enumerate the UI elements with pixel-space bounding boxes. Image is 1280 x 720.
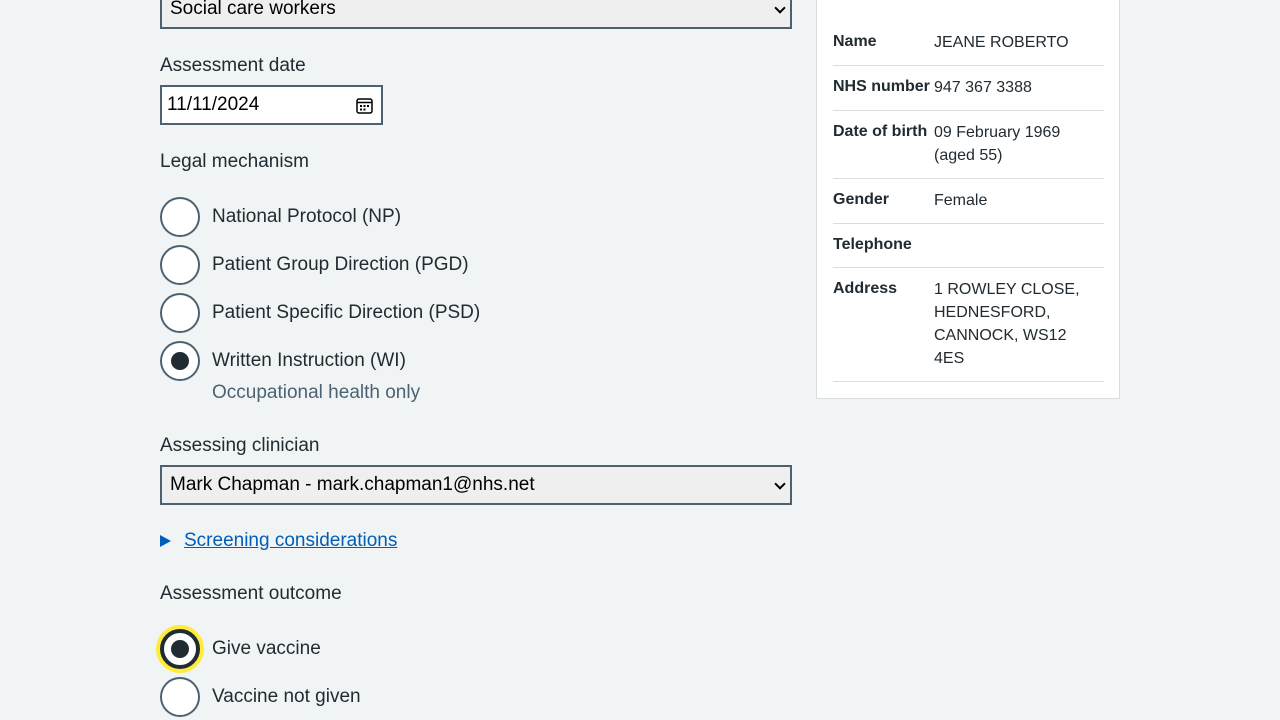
patient-details-card: Name JEANE ROBERTO NHS number 947 367 33… [816, 0, 1120, 399]
summary-row-name: Name JEANE ROBERTO [833, 21, 1104, 66]
summary-key: NHS number [833, 78, 930, 95]
eligibility-group-select[interactable]: Social care workers [160, 0, 792, 29]
assessing-clinician-value: Mark Chapman - mark.chapman1@nhs.net [170, 474, 535, 495]
radio-button[interactable] [160, 245, 200, 285]
summary-key: Address [833, 280, 898, 297]
assessment-outcome-label: Assessment outcome [160, 583, 342, 604]
radio-label: National Protocol (NP) [212, 206, 402, 227]
radio-patient-group-direction[interactable]: Patient Group Direction (PGD) [160, 245, 469, 285]
summary-key: Name [833, 33, 877, 50]
eligibility-group-value: Social care workers [170, 0, 336, 19]
summary-row-gender: Gender Female [833, 179, 1104, 224]
radio-label: Patient Specific Direction (PSD) [212, 302, 481, 323]
screening-considerations-details[interactable]: Screening considerations [160, 530, 397, 552]
radio-button-checked[interactable] [160, 629, 200, 669]
expand-triangle-icon[interactable] [160, 535, 171, 547]
legal-mechanism-label: Legal mechanism [160, 151, 309, 172]
chevron-down-icon [774, 478, 786, 490]
summary-value: 947 367 3388 [934, 79, 1032, 96]
summary-value: JEANE ROBERTO [934, 34, 1069, 51]
vaccination-record-page: Social care workers Assessment date 11/1… [0, 0, 1280, 720]
radio-vaccine-not-given[interactable]: Vaccine not given [160, 677, 361, 717]
assessment-date-label: Assessment date [160, 55, 306, 76]
radio-label: Written Instruction (WI) [212, 350, 406, 371]
calendar-icon[interactable] [356, 97, 373, 114]
patient-summary-list: Name JEANE ROBERTO NHS number 947 367 33… [833, 21, 1104, 382]
screening-considerations-link[interactable]: Screening considerations [184, 530, 397, 552]
summary-value: Female [934, 192, 988, 209]
summary-value [934, 234, 1104, 256]
radio-button-checked[interactable] [160, 341, 200, 381]
radio-button[interactable] [160, 293, 200, 333]
chevron-down-icon [774, 2, 786, 14]
radio-button[interactable] [160, 197, 200, 237]
summary-row-address: Address 1 ROWLEY CLOSE, HEDNESFORD, CANN… [833, 268, 1104, 382]
summary-key: Gender [833, 191, 890, 208]
summary-row-nhs-number: NHS number 947 367 3388 [833, 66, 1104, 111]
radio-give-vaccine[interactable]: Give vaccine [160, 629, 321, 669]
radio-button[interactable] [160, 677, 200, 717]
written-instruction-hint: Occupational health only [212, 382, 421, 403]
assessment-date-value: 11/11/2024 [167, 94, 260, 115]
summary-value: 1 ROWLEY CLOSE, HEDNESFORD, CANNOCK, WS1… [934, 281, 1080, 367]
summary-key: Date of birth [833, 123, 928, 140]
assessing-clinician-label: Assessing clinician [160, 435, 320, 456]
radio-patient-specific-direction[interactable]: Patient Specific Direction (PSD) [160, 293, 480, 333]
assessing-clinician-select[interactable]: Mark Chapman - mark.chapman1@nhs.net [160, 465, 792, 505]
summary-value: 09 February 1969 (aged 55) [934, 124, 1061, 164]
radio-label: Patient Group Direction (PGD) [212, 254, 469, 275]
radio-label: Vaccine not given [212, 686, 361, 707]
radio-written-instruction[interactable]: Written Instruction (WI) [160, 341, 406, 381]
radio-label: Give vaccine [212, 638, 321, 659]
radio-national-protocol[interactable]: National Protocol (NP) [160, 197, 401, 237]
summary-key: Telephone [833, 236, 912, 253]
summary-row-date-of-birth: Date of birth 09 February 1969 (aged 55) [833, 111, 1104, 179]
summary-row-telephone: Telephone [833, 224, 1104, 268]
assessment-date-input[interactable]: 11/11/2024 [160, 85, 383, 125]
